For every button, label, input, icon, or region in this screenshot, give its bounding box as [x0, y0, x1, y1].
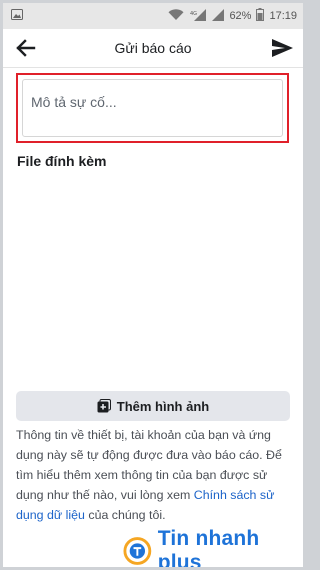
page-title: Gửi báo cáo	[114, 40, 192, 56]
add-photo-icon	[97, 399, 111, 413]
signal-4g-icon: 4G	[189, 8, 207, 24]
send-icon	[272, 39, 293, 57]
watermark-logo: Tin nhanh plus	[123, 527, 303, 567]
image-notification-icon	[11, 9, 23, 23]
signal-bars-icon	[212, 8, 225, 24]
data-notice-text-end: của chúng tôi.	[84, 508, 166, 522]
app-screen: 4G 62% 17:19 Gửi báo cáo Mô tả sự cố... …	[3, 3, 303, 567]
status-bar: 4G 62% 17:19	[3, 3, 303, 29]
watermark-text: Tin nhanh plus	[157, 527, 260, 567]
description-input[interactable]: Mô tả sự cố...	[22, 79, 283, 137]
watermark-emblem-icon	[123, 537, 152, 565]
battery-icon	[256, 8, 265, 24]
clock-time: 17:19	[269, 10, 297, 22]
attachments-title: File đính kèm	[17, 153, 107, 169]
send-button[interactable]	[269, 35, 295, 61]
wifi-icon	[168, 8, 184, 24]
description-highlight: Mô tả sự cố...	[16, 73, 289, 143]
description-placeholder: Mô tả sự cố...	[31, 94, 117, 110]
top-app-bar: Gửi báo cáo	[3, 29, 303, 68]
status-right: 4G 62% 17:19	[168, 3, 297, 29]
add-image-button[interactable]: Thêm hình ảnh	[16, 391, 290, 421]
svg-text:4G: 4G	[190, 11, 197, 17]
data-notice: Thông tin về thiết bị, tài khoản của bạn…	[16, 425, 292, 525]
add-image-label: Thêm hình ảnh	[116, 398, 210, 414]
battery-percent: 62%	[229, 10, 252, 22]
status-left	[11, 3, 23, 29]
